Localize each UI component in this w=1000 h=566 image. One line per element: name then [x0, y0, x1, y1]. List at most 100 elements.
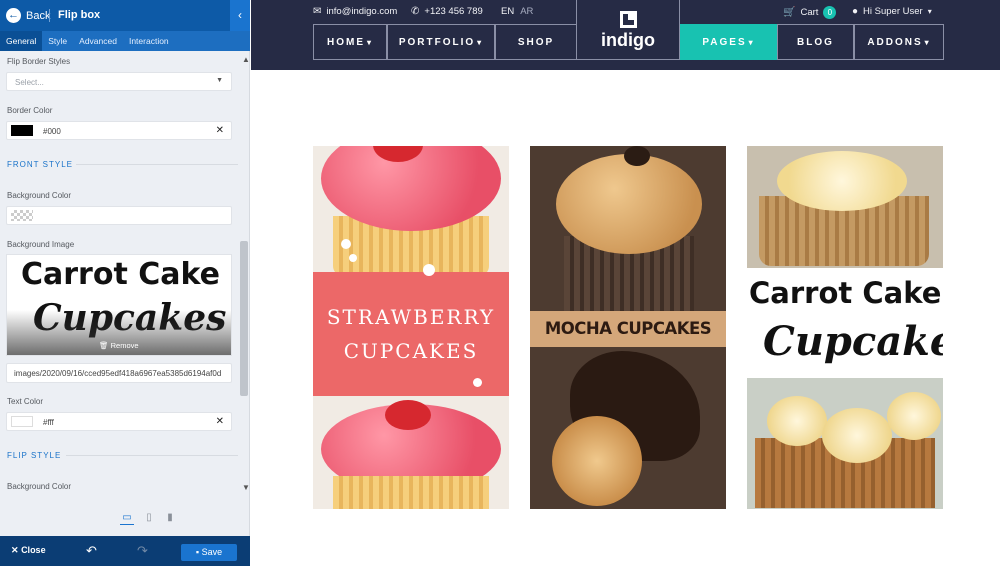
section-divider — [66, 455, 238, 456]
lang-ar[interactable]: AR — [520, 6, 533, 17]
nav-addons[interactable]: ADDONS ▾ — [854, 24, 944, 60]
cupcake-photo-bottom — [747, 378, 943, 509]
chevron-down-icon: ▾ — [748, 37, 755, 47]
panel-tabs: General Style Advanced Interaction — [0, 31, 250, 51]
save-button[interactable]: ▪ Save — [181, 544, 237, 561]
decor-dot — [349, 254, 357, 262]
flipbox-mocha[interactable]: MOCHA CUPCAKES — [530, 146, 726, 509]
lang-en[interactable]: EN — [501, 6, 514, 17]
close-label: Close — [21, 545, 46, 555]
tab-general[interactable]: General — [0, 31, 43, 51]
bg-image-preview: Carrot Cake Cupcakes 🗑 Remove — [6, 254, 232, 356]
color-swatch[interactable] — [11, 416, 33, 427]
floppy-disk-icon: ▪ — [195, 547, 200, 557]
panel-scrollbar[interactable] — [240, 241, 248, 396]
mobile-icon[interactable]: ▮ — [163, 511, 177, 525]
remove-label: Remove — [110, 341, 139, 350]
carrot-title-line1: Carrot Cake — [749, 276, 942, 310]
tab-style[interactable]: Style — [42, 31, 73, 51]
collapse-panel-button[interactable]: ‹ — [230, 0, 250, 31]
strawberry-top — [385, 400, 431, 430]
cart-count-badge: 0 — [823, 6, 837, 19]
color-swatch[interactable] — [11, 125, 33, 136]
flipbox-strawberry[interactable]: STRAWBERRY CUPCAKES — [313, 146, 509, 509]
nav-portfolio[interactable]: PORTFOLIO ▾ — [387, 24, 495, 60]
panel-header: ← Back Flip box ‹ — [0, 0, 250, 31]
remove-image-button[interactable]: 🗑 Remove — [99, 341, 139, 350]
nav-blog-label: BLOG — [797, 36, 834, 48]
site-header: ✉ info@indigo.com ✆ +123 456 789 EN AR i… — [251, 0, 1000, 70]
chevron-down-icon: ▾ — [477, 37, 484, 47]
header-divider — [49, 9, 50, 22]
flipbox-carrot[interactable]: Carrot Cake Cupcakes — [747, 146, 943, 509]
phone-link[interactable]: ✆ +123 456 789 — [411, 6, 483, 17]
border-color-label: Border Color — [7, 106, 53, 115]
close-button[interactable]: ✕ Close — [11, 545, 46, 556]
chevron-left-icon: ‹ — [238, 8, 242, 22]
undo-icon[interactable]: ↶ — [86, 543, 97, 559]
frosting — [777, 151, 907, 211]
cart-link[interactable]: 🛒 Cart 0 — [783, 6, 837, 19]
clear-color-icon[interactable]: ✕ — [216, 416, 224, 427]
back-button[interactable]: ← Back — [6, 7, 50, 24]
close-icon: ✕ — [11, 545, 19, 555]
image-path-input[interactable]: images/2020/09/16/cced95edf418a6967ea538… — [6, 363, 232, 383]
decor-dot — [341, 239, 351, 249]
device-switcher: ▭ ▯ ▮ — [0, 509, 250, 529]
user-menu[interactable]: ● Hi Super User ▾ — [852, 6, 932, 17]
panel-footer: ✕ Close ↶ ↷ ▪ Save — [0, 536, 250, 566]
text-color-field[interactable]: #fff ✕ — [6, 412, 232, 431]
mocha-banner: MOCHA CUPCAKES — [530, 311, 726, 347]
envelope-icon: ✉ — [313, 6, 322, 17]
decor-dot — [423, 264, 435, 276]
nav-blog[interactable]: BLOG — [777, 24, 854, 60]
email-link[interactable]: ✉ info@indigo.com — [313, 6, 397, 17]
tab-interaction[interactable]: Interaction — [123, 31, 175, 51]
tab-advanced[interactable]: Advanced — [73, 31, 123, 51]
cart-label: Cart — [800, 7, 819, 18]
strawberry-title-line1: STRAWBERRY — [326, 305, 496, 329]
scroll-down-icon[interactable]: ▼ — [242, 483, 250, 492]
back-arrow-icon: ← — [6, 8, 21, 23]
frosting — [887, 392, 941, 440]
strawberry-banner: STRAWBERRY CUPCAKES — [313, 272, 509, 396]
section-divider — [76, 164, 238, 165]
flip-style-heading: FLIP STYLE — [7, 451, 62, 460]
tablet-icon[interactable]: ▯ — [142, 511, 156, 525]
text-color-label: Text Color — [7, 397, 44, 406]
strawberry-title-line2: CUPCAKES — [343, 339, 479, 363]
user-label: Hi Super User — [863, 6, 923, 17]
border-color-field[interactable]: #000 ✕ — [6, 121, 232, 140]
nav-pages[interactable]: PAGES ▾ — [680, 24, 777, 60]
site-preview: ✉ info@indigo.com ✆ +123 456 789 EN AR i… — [251, 0, 1000, 566]
nav-shop[interactable]: SHOP — [495, 24, 577, 60]
logo-mark-icon — [620, 11, 637, 28]
language-switcher: EN AR — [501, 6, 533, 17]
flip-border-styles-select[interactable]: Select... ▼ — [6, 72, 232, 91]
image-path-value: images/2020/09/16/cced95edf418a6967ea538… — [14, 369, 222, 378]
nav-addons-label: ADDONS — [867, 36, 923, 48]
chevron-down-icon: ▾ — [366, 37, 373, 47]
chevron-down-icon: ▾ — [924, 37, 931, 47]
frosting — [552, 416, 642, 506]
desktop-icon[interactable]: ▭ — [120, 511, 134, 525]
preview-title-line1: Carrot Cake — [21, 257, 220, 292]
phone-icon: ✆ — [411, 6, 420, 17]
select-placeholder: Select... — [15, 78, 44, 87]
dropdown-caret-icon: ▼ — [216, 77, 223, 84]
flip-bg-color-label: Background Color — [7, 482, 72, 491]
transparent-swatch[interactable] — [11, 210, 33, 221]
chevron-down-icon: ▾ — [927, 7, 932, 16]
carrot-title-line2: Cupcakes — [763, 318, 943, 365]
front-bg-color-field[interactable] — [6, 206, 232, 225]
front-bg-image-label: Background Image — [7, 240, 75, 249]
front-style-heading: FRONT STYLE — [7, 160, 73, 169]
redo-icon[interactable]: ↷ — [137, 543, 148, 559]
nav-home[interactable]: HOME ▾ — [313, 24, 387, 60]
scroll-up-icon[interactable]: ▲ — [242, 55, 250, 64]
editor-panel: ← Back Flip box ‹ General Style Advanced… — [0, 0, 250, 566]
clear-color-icon[interactable]: ✕ — [216, 125, 224, 136]
cupcake-liner — [333, 476, 489, 509]
back-label: Back — [26, 9, 51, 22]
site-logo[interactable]: indigo — [576, 0, 680, 60]
